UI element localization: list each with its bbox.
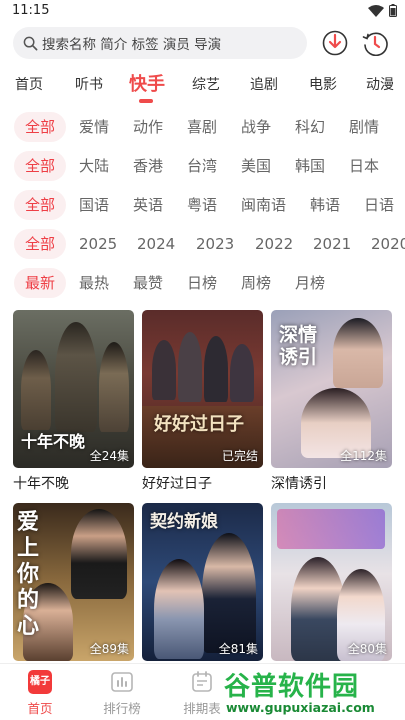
- drama-card[interactable]: 好好过日子 已完结 好好过日子: [142, 310, 263, 493]
- poster-image: 好好过日子 已完结: [142, 310, 263, 468]
- tab-anime[interactable]: 动漫: [366, 74, 394, 94]
- wifi-icon: [368, 4, 384, 17]
- poster-art-title: 契约新娘: [150, 512, 218, 532]
- chip-sort[interactable]: 月榜: [295, 268, 325, 298]
- app-root: 11:15 搜索名称 简介 标签 演员 导演 首页 听书 快手 综艺 追剧 电影…: [0, 0, 405, 720]
- chip-region[interactable]: 日本: [349, 151, 379, 181]
- chip-language[interactable]: 闽南语: [241, 190, 286, 220]
- chip-year-all[interactable]: 全部: [14, 229, 66, 259]
- chip-region[interactable]: 美国: [241, 151, 271, 181]
- status-time: 11:15: [12, 3, 50, 18]
- tab-home[interactable]: 首页: [15, 74, 43, 94]
- chip-year[interactable]: 2023: [196, 229, 234, 259]
- search-input[interactable]: 搜索名称 简介 标签 演员 导演: [13, 27, 307, 59]
- episode-count: 全112集: [340, 449, 387, 463]
- poster-art-title: 深情诱引: [279, 324, 318, 368]
- drama-card[interactable]: 深情诱引 全112集 深情诱引: [271, 310, 392, 493]
- watermark-text: 谷普软件园: [224, 672, 360, 702]
- card-title: 好好过日子: [142, 476, 212, 492]
- chip-year[interactable]: 2021: [313, 229, 351, 259]
- poster-art-title: 爱上 你的心: [17, 509, 40, 639]
- chip-genre-all[interactable]: 全部: [14, 112, 66, 142]
- nav-ranking[interactable]: 排行榜: [92, 670, 152, 717]
- search-placeholder: 搜索名称 简介 标签 演员 导演: [42, 37, 222, 53]
- chip-genre[interactable]: 爱情: [79, 112, 109, 142]
- drama-card[interactable]: 全80集: [271, 503, 392, 666]
- history-button[interactable]: [362, 30, 388, 57]
- tab-variety[interactable]: 综艺: [192, 74, 220, 94]
- chip-language[interactable]: 英语: [133, 190, 163, 220]
- chip-year[interactable]: 2025: [79, 229, 117, 259]
- filter-row-year: 全部 2025 2024 2023 2022 2021 2020: [0, 229, 405, 261]
- filter-row-sort: 最新 最热 最赞 日榜 周榜 月榜: [0, 268, 405, 300]
- channel-tabs: 首页 听书 快手 综艺 追剧 电影 动漫: [0, 68, 405, 104]
- status-icons: [368, 4, 397, 17]
- chip-region[interactable]: 韩国: [295, 151, 325, 181]
- episode-count: 全80集: [347, 642, 387, 656]
- download-button[interactable]: [322, 30, 348, 56]
- chip-region[interactable]: 香港: [133, 151, 163, 181]
- chip-genre[interactable]: 剧情: [349, 112, 379, 142]
- episode-count: 全24集: [89, 449, 129, 463]
- chip-year[interactable]: 2024: [137, 229, 175, 259]
- site-watermark: 谷普软件园 www.gupuxiazai.com: [218, 666, 403, 718]
- chip-region[interactable]: 大陆: [79, 151, 109, 181]
- chip-language[interactable]: 国语: [79, 190, 109, 220]
- chip-language[interactable]: 韩语: [310, 190, 340, 220]
- history-icon: [362, 32, 388, 57]
- poster-image: 契约新娘 全81集: [142, 503, 263, 661]
- calendar-icon: [192, 671, 212, 692]
- poster-image: 全80集: [271, 503, 392, 661]
- nav-label: 首页: [27, 701, 53, 716]
- filter-row-region: 全部 大陆 香港 台湾 美国 韩国 日本: [0, 151, 405, 183]
- filter-row-genre: 全部 爱情 动作 喜剧 战争 科幻 剧情: [0, 112, 405, 144]
- chip-language[interactable]: 粤语: [187, 190, 217, 220]
- chip-genre[interactable]: 喜剧: [187, 112, 217, 142]
- chip-genre[interactable]: 战争: [241, 112, 271, 142]
- chip-sort[interactable]: 最赞: [133, 268, 163, 298]
- tab-kuaishou[interactable]: 快手: [129, 70, 165, 96]
- poster-art-title: 好好过日子: [154, 414, 244, 435]
- chip-genre[interactable]: 动作: [133, 112, 163, 142]
- poster-image: 深情诱引 全112集: [271, 310, 392, 468]
- chart-icon: [111, 672, 133, 692]
- card-title: 十年不晚: [13, 476, 69, 492]
- episode-count: 全89集: [89, 642, 129, 656]
- card-title: 深情诱引: [271, 476, 327, 492]
- search-icon: [23, 36, 38, 50]
- poster-image: 十年不晚 全24集: [13, 310, 134, 468]
- tab-series[interactable]: 追剧: [250, 74, 278, 94]
- chip-sort[interactable]: 最热: [79, 268, 109, 298]
- active-tab-indicator: [139, 99, 153, 103]
- episode-count: 全81集: [218, 642, 258, 656]
- chip-year[interactable]: 2022: [255, 229, 293, 259]
- chip-sort-latest[interactable]: 最新: [14, 268, 66, 298]
- poster-image: 爱上 你的心 全89集: [13, 503, 134, 661]
- nav-label: 排行榜: [103, 701, 141, 716]
- tab-audiobook[interactable]: 听书: [75, 74, 103, 94]
- chip-region[interactable]: 台湾: [187, 151, 217, 181]
- filter-row-language: 全部 国语 英语 粤语 闽南语 韩语 日语: [0, 190, 405, 222]
- status-bar: 11:15: [0, 0, 405, 22]
- chip-sort[interactable]: 日榜: [187, 268, 217, 298]
- drama-card[interactable]: 十年不晚 全24集 十年不晚: [13, 310, 134, 493]
- completion-status: 已完结: [221, 449, 258, 463]
- download-icon: [322, 30, 348, 56]
- chip-year[interactable]: 2020: [371, 229, 405, 259]
- battery-icon: [389, 4, 397, 17]
- drama-card[interactable]: 契约新娘 全81集: [142, 503, 263, 666]
- chip-language-all[interactable]: 全部: [14, 190, 66, 220]
- chip-language[interactable]: 日语: [364, 190, 394, 220]
- tab-movies[interactable]: 电影: [309, 74, 337, 94]
- nav-home[interactable]: 橘子 首页: [10, 670, 70, 717]
- drama-card[interactable]: 爱上 你的心 全89集: [13, 503, 134, 666]
- chip-sort[interactable]: 周榜: [241, 268, 271, 298]
- poster-art-title: 十年不晚: [21, 432, 86, 451]
- chip-region-all[interactable]: 全部: [14, 151, 66, 181]
- home-logo-icon: 橘子: [28, 670, 52, 694]
- chip-genre[interactable]: 科幻: [295, 112, 325, 142]
- watermark-url: www.gupuxiazai.com: [226, 700, 375, 715]
